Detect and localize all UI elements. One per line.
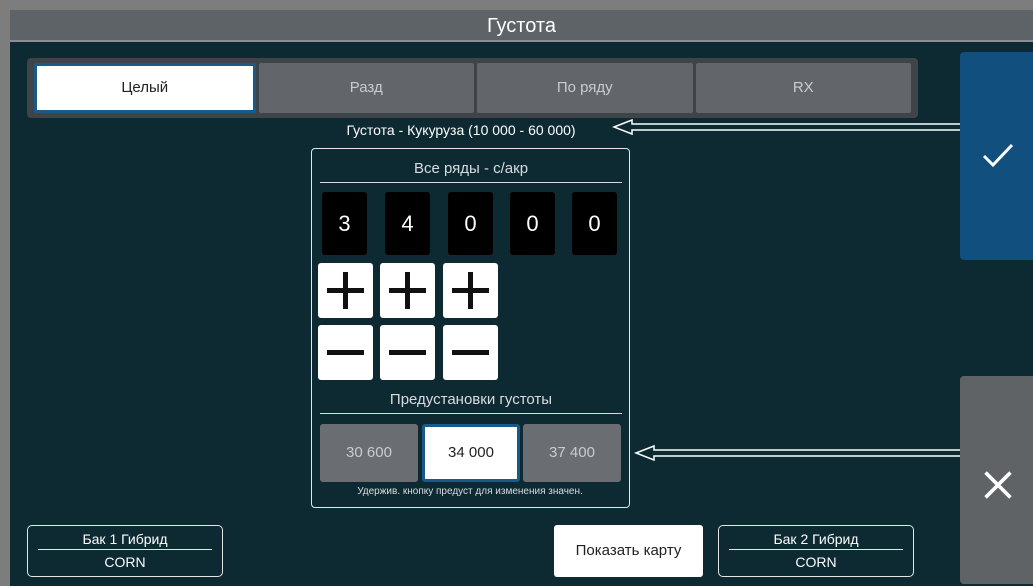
preset-button-3[interactable]: 37 400: [523, 424, 621, 482]
increment-digit-1-button[interactable]: [318, 263, 373, 318]
panel-header: Все ряды - с/акр: [320, 155, 622, 183]
increment-digit-2-button[interactable]: [380, 263, 435, 318]
mode-tabs: Целый Разд По ряду RX: [27, 58, 918, 118]
preset-button-2[interactable]: 34 000: [422, 424, 520, 482]
tank-2-value: CORN: [795, 554, 837, 570]
preset-hint: Удержив. кнопку предуст для изменения зн…: [357, 486, 583, 497]
close-icon: [984, 471, 1012, 499]
tab-by-row[interactable]: По ряду: [477, 63, 693, 113]
tank-2-hybrid-button[interactable]: Бак 2 Гибрид CORN: [718, 525, 914, 577]
show-map-button[interactable]: Показать карту: [554, 525, 703, 577]
confirm-button[interactable]: [960, 52, 1033, 260]
decrement-digit-1-button[interactable]: [318, 325, 373, 380]
page-title: Густота: [10, 10, 1033, 42]
tab-split[interactable]: Разд: [258, 63, 474, 113]
preset-button-1[interactable]: 30 600: [320, 424, 418, 482]
increment-digit-3-button[interactable]: [443, 263, 498, 318]
population-panel: Все ряды - с/акр 3 4 0 0 0 Предустановки…: [311, 148, 630, 508]
digit-2[interactable]: 4: [385, 192, 430, 255]
tab-whole[interactable]: Целый: [34, 63, 256, 113]
digit-4[interactable]: 0: [510, 192, 555, 255]
tank-2-title: Бак 2 Гибрид: [729, 526, 903, 550]
window-frame-top: [0, 0, 1033, 10]
tank-1-title: Бак 1 Гибрид: [38, 526, 212, 550]
window-frame-left: [0, 0, 10, 586]
digit-1[interactable]: 3: [322, 192, 367, 255]
decrement-digit-2-button[interactable]: [380, 325, 435, 380]
tab-rx[interactable]: RX: [695, 63, 911, 113]
tank-1-hybrid-button[interactable]: Бак 1 Гибрид CORN: [27, 525, 223, 577]
cancel-button[interactable]: [960, 376, 1033, 584]
presets-header: Предустановки густоты: [320, 386, 622, 414]
digit-3[interactable]: 0: [448, 192, 493, 255]
digit-5[interactable]: 0: [572, 192, 617, 255]
check-icon: [982, 143, 1014, 168]
population-range-label: Густота - Кукуруза (10 000 - 60 000): [346, 122, 576, 138]
decrement-digit-3-button[interactable]: [443, 325, 498, 380]
tank-1-value: CORN: [104, 554, 146, 570]
